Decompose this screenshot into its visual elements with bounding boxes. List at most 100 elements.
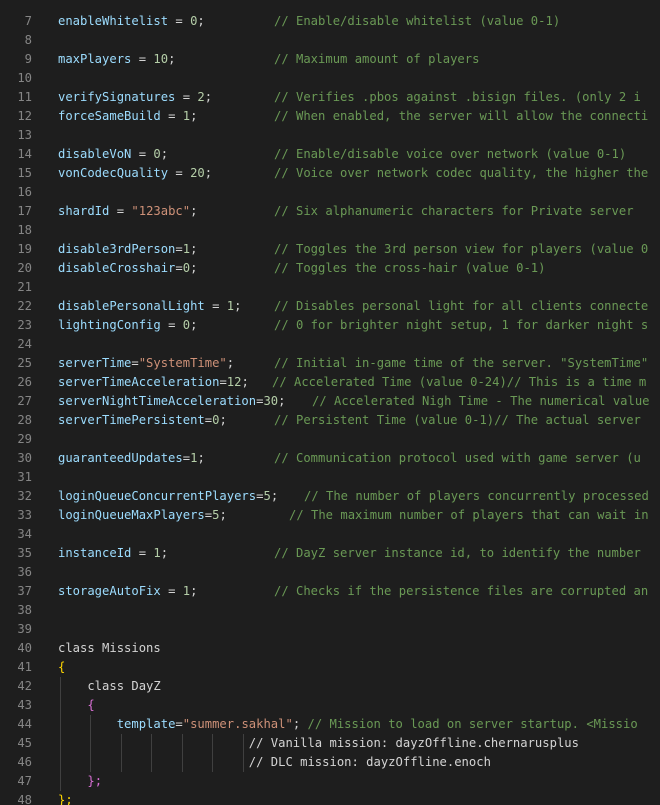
line-code: forceSameBuild = 1; xyxy=(58,107,197,126)
code-token: "123abc" xyxy=(131,203,191,218)
code-line[interactable]: 30 guaranteedUpdates=1; // Communication p… xyxy=(0,449,660,468)
line-code: instanceId = 1; xyxy=(58,544,168,563)
line-code: guaranteedUpdates=1; xyxy=(58,449,205,468)
code-line[interactable]: 27 serverNightTimeAcceleration=30; // Acce… xyxy=(0,392,660,411)
line-comment: // Toggles the 3rd person view for playe… xyxy=(274,241,649,256)
code-line[interactable]: 12 forceSameBuild = 1; // When enabled, th… xyxy=(0,107,660,126)
code-line[interactable]: 29 xyxy=(0,430,660,449)
line-comment: // Enable/disable whitelist (value 0-1) xyxy=(274,13,561,28)
line-comment: // The maximum number of players that ca… xyxy=(289,507,649,522)
code-line[interactable]: 18 xyxy=(0,221,660,240)
line-number: 17 xyxy=(17,203,32,218)
code-line[interactable]: 19 disable3rdPerson=1; // Toggles the 3rd … xyxy=(0,240,660,259)
code-token: = xyxy=(175,89,198,104)
code-token: = xyxy=(131,51,154,66)
code-line[interactable]: 14 disableVoN = 0; // Enable/disable voice… xyxy=(0,145,660,164)
line-number: 44 xyxy=(17,716,32,731)
code-line[interactable]: 13 xyxy=(0,126,660,145)
line-comment: // Disables personal light for all clien… xyxy=(274,298,649,313)
code-line[interactable]: 28 serverTimePersistent=0; // Persistent T… xyxy=(0,411,660,430)
code-line[interactable]: 24 xyxy=(0,335,660,354)
line-number: 8 xyxy=(24,32,32,47)
code-line[interactable]: 46 // DLC mission: dayzOffline.enoch xyxy=(0,753,660,772)
code-token: "summer.sakhal" xyxy=(182,716,293,731)
line-code: shardId = "123abc"; xyxy=(58,202,197,221)
code-line[interactable]: 22 disablePersonalLight = 1; // Disables p… xyxy=(0,297,660,316)
code-token: serverTimeAcceleration xyxy=(58,374,220,389)
code-line[interactable]: 21 xyxy=(0,278,660,297)
line-number: 26 xyxy=(17,374,32,389)
code-line[interactable]: 11 verifySignatures = 2; // Verifies .pbos… xyxy=(0,88,660,107)
code-token: = xyxy=(160,108,183,123)
line-code: template="summer.sakhal"; // Mission to … xyxy=(58,715,638,734)
line-comment: // Enable/disable voice over network (va… xyxy=(274,146,627,161)
code-token: = xyxy=(182,450,191,465)
code-line[interactable]: 39 xyxy=(0,620,660,639)
code-token: }; xyxy=(87,773,103,788)
indent-guide xyxy=(212,733,213,772)
code-line[interactable]: 37 storageAutoFix = 1; // Checks if the pe… xyxy=(0,582,660,601)
code-line[interactable]: 26 serverTimeAcceleration=12; // Accelerat… xyxy=(0,373,660,392)
code-token: ; xyxy=(168,51,176,66)
code-token: lightingConfig xyxy=(58,317,161,332)
line-number: 40 xyxy=(17,640,32,655)
line-comment: // Voice over network codec quality, the… xyxy=(274,165,649,180)
line-code: class DayZ xyxy=(58,677,160,696)
code-line[interactable]: 10 xyxy=(0,69,660,88)
code-token: "SystemTime" xyxy=(138,355,227,370)
code-token: ; xyxy=(190,203,198,218)
code-line[interactable]: 40 class Missions xyxy=(0,639,660,658)
code-line[interactable]: 47 }; xyxy=(0,772,660,791)
line-comment: // Persistent Time (value 0-1)// The act… xyxy=(274,412,641,427)
code-line[interactable]: 34 xyxy=(0,525,660,544)
code-line[interactable]: 23 lightingConfig = 0; // 0 for brighter n… xyxy=(0,316,660,335)
code-line[interactable]: 42 class DayZ xyxy=(0,677,660,696)
code-line[interactable]: 25 serverTime="SystemTime"; // Initial in-… xyxy=(0,354,660,373)
code-line[interactable]: 43 { xyxy=(0,696,660,715)
code-token: serverTime xyxy=(58,355,132,370)
line-number: 43 xyxy=(17,697,32,712)
line-code: // DLC mission: dayzOffline.enoch xyxy=(58,753,491,772)
code-line[interactable]: 41 { xyxy=(0,658,660,677)
code-line[interactable]: 35 instanceId = 1; // DayZ server instance… xyxy=(0,544,660,563)
line-code: verifySignatures = 2; xyxy=(58,88,212,107)
code-line[interactable]: 15 vonCodecQuality = 20; // Voice over net… xyxy=(0,164,660,183)
code-token: storageAutoFix xyxy=(58,583,161,598)
code-line[interactable]: 7 enableWhitelist = 0; // Enable/disable w… xyxy=(0,12,660,31)
code-line[interactable]: 38 xyxy=(0,601,660,620)
code-line[interactable]: 45 // Vanilla mission: dayzOffline.chern… xyxy=(0,734,660,753)
code-line[interactable]: 20 disableCrosshair=0; // Toggles the cros… xyxy=(0,259,660,278)
code-token: 10 xyxy=(153,51,169,66)
code-token: = xyxy=(204,298,227,313)
code-line[interactable]: 44 template="summer.sakhal"; // Mission … xyxy=(0,715,660,734)
code-token: forceSameBuild xyxy=(58,108,161,123)
code-line[interactable]: 31 xyxy=(0,468,660,487)
code-token: ; xyxy=(234,298,242,313)
code-line[interactable]: 8 xyxy=(0,31,660,50)
code-token: = xyxy=(131,355,139,370)
code-token: ; xyxy=(292,716,308,731)
code-line[interactable]: 17 shardId = "123abc"; // Six alphanumeric… xyxy=(0,202,660,221)
code-editor[interactable]: 7 enableWhitelist = 0; // Enable/disable w… xyxy=(0,0,660,805)
code-line[interactable]: 16 xyxy=(0,183,660,202)
line-number: 41 xyxy=(17,659,32,674)
code-line[interactable]: 9 maxPlayers = 10; // Maximum amount of pl… xyxy=(0,50,660,69)
code-token: ; xyxy=(278,393,286,408)
line-code: storageAutoFix = 1; xyxy=(58,582,197,601)
line-number: 28 xyxy=(17,412,32,427)
line-number: 7 xyxy=(24,13,32,28)
line-number: 22 xyxy=(17,298,32,313)
code-line[interactable]: 36 xyxy=(0,563,660,582)
code-line[interactable]: 48}; xyxy=(0,791,660,805)
line-code: { xyxy=(58,696,94,715)
code-line[interactable]: 32 loginQueueConcurrentPlayers=5; // The n… xyxy=(0,487,660,506)
line-code: enableWhitelist = 0; xyxy=(58,12,205,31)
code-line[interactable]: 33 loginQueueMaxPlayers=5; // The maximum … xyxy=(0,506,660,525)
line-code: serverTime="SystemTime"; xyxy=(58,354,234,373)
line-number: 36 xyxy=(17,564,32,579)
code-token: disable3rdPerson xyxy=(58,241,176,256)
code-token: = xyxy=(175,716,183,731)
line-comment: // Accelerated Nigh Time - The numerical… xyxy=(312,393,650,408)
code-token: ; xyxy=(219,507,227,522)
